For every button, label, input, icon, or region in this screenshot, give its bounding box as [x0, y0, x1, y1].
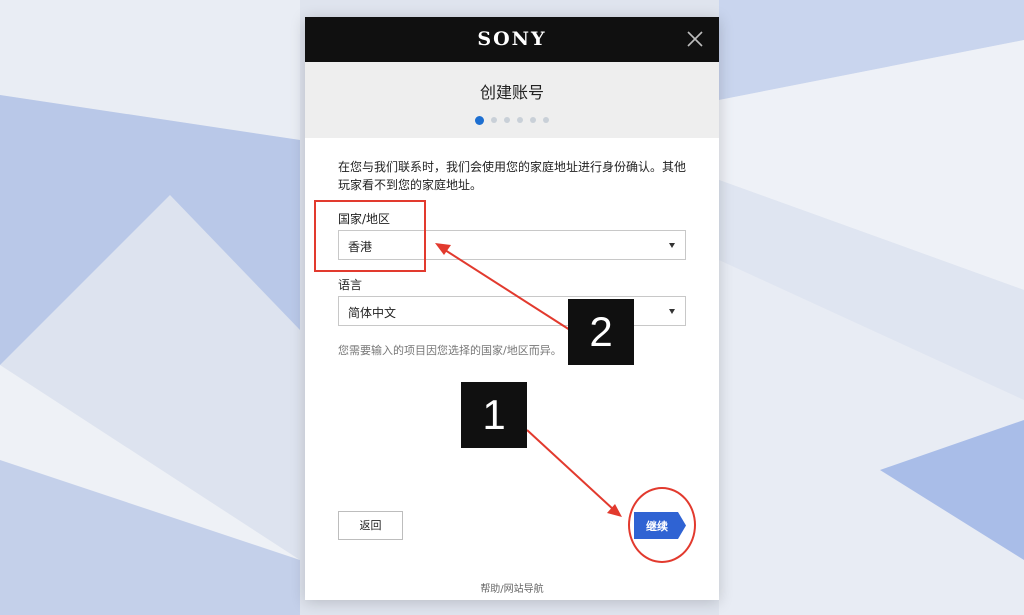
region-hint-text: 您需要输入的项目因您选择的国家/地区而异。 [338, 344, 562, 357]
caret-down-icon [669, 243, 675, 248]
back-button[interactable]: 返回 [338, 511, 403, 540]
step-dot-active [475, 115, 484, 125]
language-select-value: 简体中文 [348, 306, 397, 320]
annotation-badge-2: 2 [568, 299, 634, 365]
step-indicator [305, 115, 719, 125]
caret-down-icon [669, 309, 675, 314]
dialog-subheader: 创建账号 [305, 62, 719, 138]
step-dot [530, 117, 536, 123]
annotation-badge-1: 1 [461, 382, 527, 448]
address-description: 在您与我们联系时，我们会使用您的家庭地址进行身份确认。其他玩家看不到您的家庭地址… [338, 160, 687, 192]
sony-logo: SONY [477, 28, 547, 50]
help-site-nav-link[interactable]: 帮助/网站导航 [305, 580, 719, 595]
annotation-highlight-continue [628, 487, 696, 563]
page-title: 创建账号 [479, 83, 544, 102]
step-dot [517, 117, 523, 123]
step-dot [504, 117, 510, 123]
annotation-highlight-country [314, 200, 426, 272]
dialog-header-bar: SONY [305, 17, 719, 62]
step-dot [491, 117, 497, 123]
close-icon[interactable] [685, 29, 705, 49]
language-label: 语言 [338, 278, 363, 292]
step-dot [543, 117, 549, 123]
